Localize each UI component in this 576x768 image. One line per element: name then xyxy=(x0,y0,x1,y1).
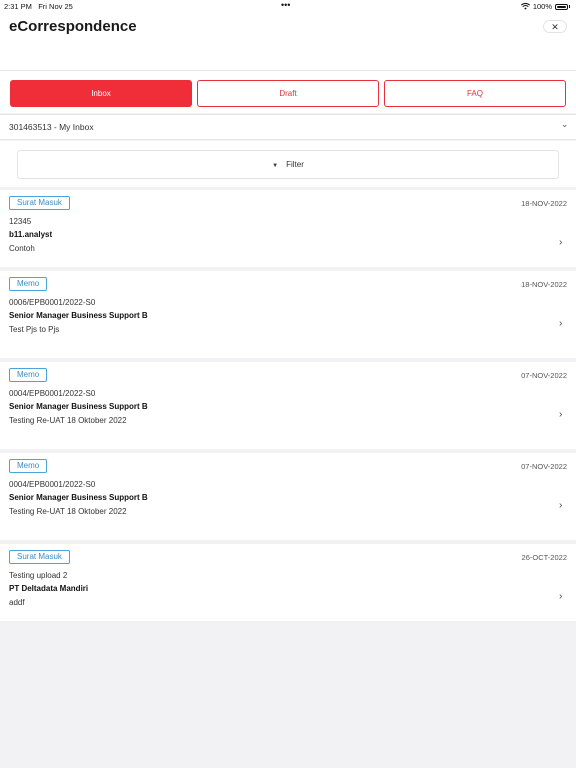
status-right: 100% xyxy=(520,2,570,11)
type-badge: Surat Masuk xyxy=(9,550,70,564)
caret-down-icon: ▼ xyxy=(272,163,279,169)
item-subject: Testing Re-UAT 18 Oktober 2022 xyxy=(9,507,127,516)
item-date: 18-NOV-2022 xyxy=(521,199,567,208)
item-number: Testing upload 2 xyxy=(9,571,68,580)
item-subject: Test Pjs to Pjs xyxy=(9,325,60,334)
tab-inbox[interactable]: Inbox xyxy=(10,80,192,107)
item-subject: Testing Re-UAT 18 Oktober 2022 xyxy=(9,416,127,425)
status-bar: 2:31 PM Fri Nov 25 ••• 100% xyxy=(0,0,576,12)
list-item[interactable]: Memo 18-NOV-2022 0006/EPB0001/2022-S0 Se… xyxy=(0,271,576,358)
page-title: eCorrespondence xyxy=(9,18,137,35)
inbox-selector-value: 301463513 - My Inbox xyxy=(9,122,94,132)
list-item[interactable]: Surat Masuk 18-NOV-2022 12345 b11.analys… xyxy=(0,190,576,267)
filter-button[interactable]: ▼ Filter xyxy=(17,150,559,179)
chevron-right-icon: › xyxy=(559,591,563,602)
filter-section: ▼ Filter xyxy=(0,141,576,187)
item-number: 0004/EPB0001/2022-S0 xyxy=(9,389,96,398)
item-sender: Senior Manager Business Support B xyxy=(9,402,148,411)
app-header: eCorrespondence ✕ xyxy=(0,12,576,71)
close-button[interactable]: ✕ xyxy=(543,20,567,33)
tabs-bar: Inbox Draft FAQ xyxy=(0,71,576,113)
chevron-down-icon: ⌄ xyxy=(561,119,569,129)
battery-icon xyxy=(555,3,568,10)
chevron-right-icon: › xyxy=(559,409,563,420)
wifi-icon xyxy=(520,3,530,10)
item-sender: b11.analyst xyxy=(9,230,53,239)
inbox-selector[interactable]: 301463513 - My Inbox ⌄ xyxy=(0,114,576,140)
list-item[interactable]: Surat Masuk 26-OCT-2022 Testing upload 2… xyxy=(0,544,576,621)
status-time: 2:31 PM Fri Nov 25 xyxy=(4,2,73,11)
multitasking-dots[interactable]: ••• xyxy=(281,0,290,10)
list-item[interactable]: Memo 07-NOV-2022 0004/EPB0001/2022-S0 Se… xyxy=(0,362,576,449)
chevron-right-icon: › xyxy=(559,500,563,511)
tab-draft[interactable]: Draft xyxy=(197,80,379,107)
type-badge: Memo xyxy=(9,459,48,473)
chevron-right-icon: › xyxy=(559,318,563,329)
item-date: 18-NOV-2022 xyxy=(521,280,567,289)
type-badge: Memo xyxy=(9,368,48,382)
tab-faq[interactable]: FAQ xyxy=(384,80,566,107)
battery-percent: 100% xyxy=(532,2,552,11)
item-sender: Senior Manager Business Support B xyxy=(9,493,148,502)
type-badge: Surat Masuk xyxy=(9,196,70,210)
item-sender: PT Deltadata Mandiri xyxy=(9,584,89,593)
item-date: 26-OCT-2022 xyxy=(521,553,567,562)
type-badge: Memo xyxy=(9,277,48,291)
item-subject: addf xyxy=(9,598,25,607)
item-number: 0004/EPB0001/2022-S0 xyxy=(9,480,96,489)
item-number: 0006/EPB0001/2022-S0 xyxy=(9,298,96,307)
item-date: 07-NOV-2022 xyxy=(521,462,567,471)
item-subject: Contoh xyxy=(9,244,35,253)
filter-label: Filter xyxy=(286,160,304,169)
item-number: 12345 xyxy=(9,217,32,226)
item-sender: Senior Manager Business Support B xyxy=(9,311,148,320)
item-date: 07-NOV-2022 xyxy=(521,371,567,380)
close-icon: ✕ xyxy=(551,22,559,32)
list-item[interactable]: Memo 07-NOV-2022 0004/EPB0001/2022-S0 Se… xyxy=(0,453,576,540)
chevron-right-icon: › xyxy=(559,237,563,248)
